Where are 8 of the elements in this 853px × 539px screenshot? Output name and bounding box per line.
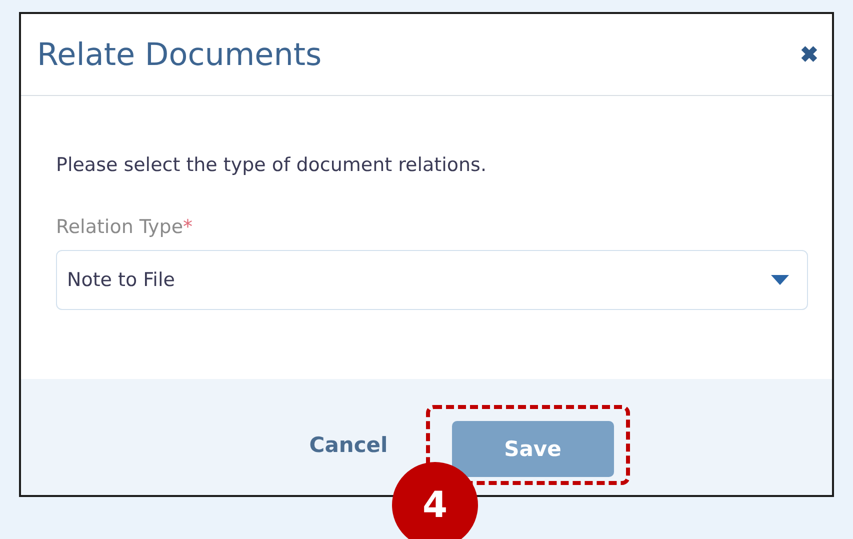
instruction-text: Please select the type of document relations. [56,154,488,176]
field-label: Relation Type [56,216,184,238]
close-button[interactable]: ✖ [800,42,818,68]
cancel-button[interactable]: Cancel [309,421,388,469]
required-mark: * [183,216,193,238]
relation-type-dropdown[interactable]: Note to File [56,250,808,310]
caret-icon [771,275,789,285]
dialog-title: Relate Documents [37,36,322,72]
